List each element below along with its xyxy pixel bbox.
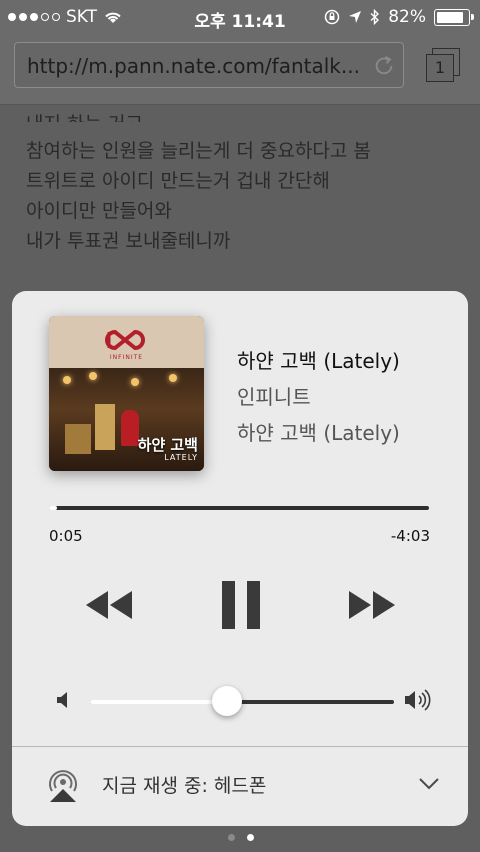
tab-count: 1 — [426, 54, 454, 82]
track-info: 하얀 고백 (Lately) 인피니트 하얀 고백 (Lately) — [237, 343, 400, 451]
pause-button[interactable] — [222, 581, 260, 629]
fast-forward-button[interactable] — [347, 589, 397, 621]
art-subtitle: LATELY — [164, 453, 198, 462]
battery-percent: 82% — [388, 7, 426, 27]
song-title: 하얀 고백 (Lately) — [237, 349, 400, 373]
page-dot-active — [247, 834, 254, 841]
volume-slider[interactable] — [90, 686, 394, 716]
volume-high-icon — [405, 689, 431, 711]
content-line: 내지 하는 거고 — [26, 104, 371, 122]
album-name: 하얀 고백 (Lately) — [237, 421, 400, 445]
page-indicator — [228, 834, 254, 841]
url-text: http://m.pann.nate.com/fantalk... — [27, 54, 360, 78]
progress-fill — [49, 506, 57, 510]
elapsed-time: 0:05 — [49, 527, 83, 545]
status-icons: 82% — [324, 7, 474, 27]
chevron-down-icon[interactable] — [418, 777, 440, 791]
output-device-label[interactable]: 지금 재생 중: 헤드폰 — [102, 771, 266, 798]
reload-icon[interactable] — [372, 54, 396, 78]
content-line: 아이디만 만들어와 — [26, 200, 172, 222]
progress-scrubber[interactable] — [49, 506, 429, 510]
browser-toolbar: http://m.pann.nate.com/fantalk... 1 — [0, 34, 480, 105]
rewind-button[interactable] — [84, 589, 134, 621]
bluetooth-icon — [370, 9, 380, 25]
infinite-logo-icon — [105, 329, 145, 351]
volume-low-icon — [57, 692, 67, 708]
art-logo-text: INFINITE — [109, 354, 144, 361]
page-content: 내지 하는 거고 참여하는 인원을 늘리는게 더 중요하다고 봄 트위트로 아이… — [26, 104, 371, 256]
content-line: 트위트로 아이디 만드는거 겁내 간단해 — [26, 170, 330, 192]
divider — [12, 746, 468, 747]
content-line: 내가 투표권 보내줄테니까 — [26, 230, 231, 252]
rotation-lock-icon — [324, 9, 340, 25]
album-art: INFINITE 하얀 고백 LATELY — [49, 316, 204, 471]
now-playing-card: INFINITE 하얀 고백 LATELY 하얀 고백 (Lately) 인피니… — [12, 291, 468, 826]
page-dot — [228, 834, 235, 841]
tabs-button[interactable]: 1 — [426, 48, 460, 82]
airplay-icon[interactable] — [46, 767, 80, 803]
volume-fill — [90, 700, 227, 704]
volume-knob[interactable] — [211, 686, 242, 716]
art-title: 하얀 고백 — [137, 436, 198, 454]
remaining-time: -4:03 — [390, 527, 430, 545]
battery-icon — [434, 8, 474, 26]
location-icon — [349, 11, 362, 23]
artist-name: 인피니트 — [237, 385, 311, 409]
status-bar: SKT 오후 11:41 82% — [0, 0, 480, 34]
content-line: 참여하는 인원을 늘리는게 더 중요하다고 봄 — [26, 140, 371, 162]
address-bar[interactable]: http://m.pann.nate.com/fantalk... — [14, 42, 404, 88]
bottom-toolbar — [0, 826, 480, 852]
